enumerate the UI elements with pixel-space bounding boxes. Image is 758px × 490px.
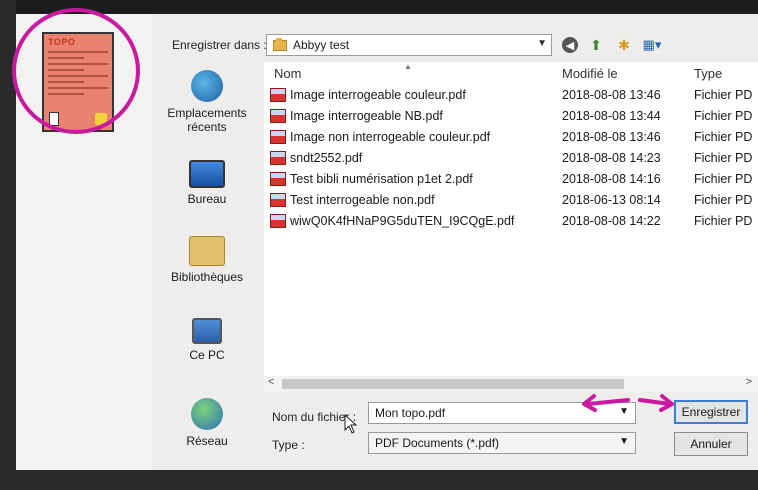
sort-arrow-icon: ▲ <box>404 62 412 71</box>
up-folder-icon[interactable]: ⬆ <box>586 35 606 55</box>
column-header-name[interactable]: Nom <box>274 66 301 81</box>
type-label: Type : <box>272 438 305 452</box>
new-folder-icon[interactable]: ✱ <box>614 35 634 55</box>
current-folder-name: Abbyy test <box>293 38 350 52</box>
file-type-select[interactable]: PDF Documents (*.pdf) ▼ <box>368 432 636 454</box>
place-label: Bureau <box>187 192 227 206</box>
file-row[interactable]: wiwQ0K4fHNaP9G5duTEN_I9CQgE.pdf 2018-08-… <box>270 212 758 232</box>
file-row[interactable]: Image interrogeable couleur.pdf 2018-08-… <box>270 86 758 106</box>
cancel-button[interactable]: Annuler <box>674 432 748 456</box>
pdf-file-icon <box>270 130 286 144</box>
monitor-bezel-bottom <box>0 470 758 490</box>
file-list[interactable]: Nom ▲ Modifié le Type Image interrogeabl… <box>264 62 758 392</box>
file-row[interactable]: Test interrogeable non.pdf 2018-06-13 08… <box>270 191 758 211</box>
folder-icon <box>273 37 287 51</box>
chevron-down-icon: ▼ <box>619 436 629 447</box>
pdf-file-icon <box>270 214 286 228</box>
places-bar: Emplacements récents Bureau Bibliothèque… <box>152 62 262 462</box>
place-label: Réseau <box>186 434 228 448</box>
scroll-right-icon[interactable]: > <box>746 376 752 388</box>
pdf-file-icon <box>270 172 286 186</box>
network-icon <box>191 398 223 430</box>
save-dialog: Enregistrer dans : Abbyy test ▼ ◀ ⬆ ✱ ▦▾… <box>152 14 758 470</box>
save-in-label: Enregistrer dans : <box>172 38 267 52</box>
annotation-arrow-left-icon <box>582 394 630 412</box>
file-row[interactable]: Image interrogeable NB.pdf 2018-08-08 13… <box>270 107 758 127</box>
place-this-pc[interactable]: Ce PC <box>152 318 262 362</box>
file-row[interactable]: sndt2552.pdf 2018-08-08 14:23 Fichier PD <box>270 149 758 169</box>
mouse-cursor-icon <box>344 414 358 434</box>
place-label: Emplacements <box>167 106 247 120</box>
back-icon[interactable]: ◀ <box>562 37 578 53</box>
column-header-type[interactable]: Type <box>694 66 722 81</box>
save-button[interactable]: Enregistrer <box>674 400 748 424</box>
place-network[interactable]: Réseau <box>152 398 262 448</box>
place-label: Ce PC <box>189 348 225 362</box>
desktop-icon <box>189 160 225 188</box>
pdf-file-icon <box>270 109 286 123</box>
place-label: récents <box>187 120 227 134</box>
place-recent[interactable]: Emplacements récents <box>152 70 262 134</box>
annotation-arrow-right-icon <box>638 394 674 412</box>
pdf-file-icon <box>270 151 286 165</box>
view-menu-icon[interactable]: ▦▾ <box>642 35 662 55</box>
scrollbar-thumb[interactable] <box>282 379 624 389</box>
place-label: Bibliothèques <box>170 270 244 284</box>
monitor-bezel <box>0 0 758 14</box>
dialog-toolbar: ◀ ⬆ ✱ ▦▾ <box>562 34 662 56</box>
pdf-file-icon <box>270 193 286 207</box>
app-background: TOPO <box>12 8 152 470</box>
scroll-left-icon[interactable]: < <box>268 376 274 388</box>
place-libraries[interactable]: Bibliothèques <box>152 236 262 284</box>
pdf-file-icon <box>270 88 286 102</box>
folder-dropdown[interactable]: Abbyy test ▼ <box>266 34 552 56</box>
file-row[interactable]: Test bibli numérisation p1et 2.pdf 2018-… <box>270 170 758 190</box>
horizontal-scrollbar[interactable]: < > <box>264 376 758 392</box>
highlight-circle <box>12 8 140 134</box>
chevron-down-icon: ▼ <box>537 38 547 49</box>
column-header-modified[interactable]: Modifié le <box>562 66 618 81</box>
place-desktop[interactable]: Bureau <box>152 160 262 206</box>
recent-places-icon <box>191 70 223 102</box>
libraries-icon <box>189 236 225 266</box>
file-row[interactable]: Image non interrogeable couleur.pdf 2018… <box>270 128 758 148</box>
this-pc-icon <box>192 318 222 344</box>
